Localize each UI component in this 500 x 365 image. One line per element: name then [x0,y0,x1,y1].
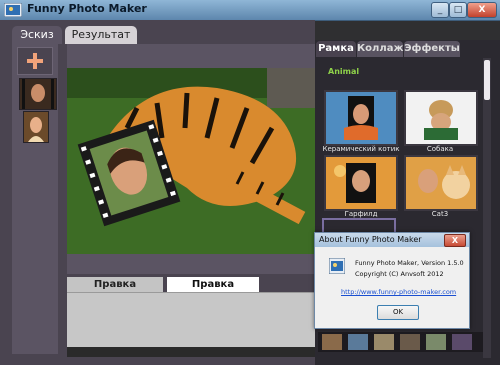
frame-label-2: Собака [426,145,454,153]
tab-frame[interactable]: Рамка [316,41,356,57]
frame-strip-thumbs [322,334,472,350]
thumbnail-image [24,112,48,142]
close-button[interactable]: X [467,2,497,18]
frame-thumbnail [406,157,476,209]
frame-thumbnail [326,157,396,209]
frame-label-3: Гарфилд [344,210,378,218]
photo-canvas[interactable] [67,68,315,254]
edit-panel [67,292,315,348]
thumbnail-1[interactable] [19,78,57,110]
thumbnail-2[interactable] [23,111,49,143]
tab-edit-original[interactable]: Правка оригинала [67,277,163,306]
tab-collage[interactable]: Коллаж [357,41,403,57]
ok-button[interactable]: OK [377,305,419,320]
add-photo-button[interactable] [17,47,53,75]
scrollbar-thumb[interactable] [484,60,490,100]
about-dialog: About Funny Photo Maker X Funny Photo Ma… [314,232,470,329]
tab-sketch[interactable]: Эскиз [12,26,62,44]
app-window: Funny Photo Maker _ □ X Эскиз Результат [0,0,500,365]
dialog-close-button[interactable]: X [444,234,466,247]
frame-label-1: Керамический котик [322,145,400,153]
frame-card-2[interactable] [404,90,478,146]
tab-edit-template[interactable]: Правка шаблона [167,277,259,306]
dialog-title: About Funny Photo Maker [319,235,422,244]
thumbnail-image [20,79,56,109]
frame-label-4: Cat3 [431,210,449,218]
title-bar: Funny Photo Maker _ □ X [0,0,500,21]
frame-card-1[interactable] [324,90,398,146]
tiger-photo [67,68,315,254]
bottom-strip [67,347,315,357]
section-title: Animal [328,67,360,76]
website-link[interactable]: http://www.funny-photo-maker.com [341,288,456,296]
tab-result[interactable]: Результат [65,26,137,44]
frames-scrollbar[interactable] [483,58,491,358]
frame-card-3[interactable] [324,155,398,211]
app-icon [329,258,345,274]
frame-thumbnail [326,92,396,144]
frame-card-4[interactable] [404,155,478,211]
window-title: Funny Photo Maker [27,2,147,15]
minimize-button[interactable]: _ [431,2,449,18]
copyright-text: Copyright (C) Anvsoft 2012 [355,270,444,278]
frame-strip [318,332,483,352]
canvas-top-strip [67,44,315,68]
app-icon [4,3,22,17]
tab-effects[interactable]: Эффекты [404,41,460,57]
version-text: Funny Photo Maker, Version 1.5.0 [355,259,464,267]
frame-thumbnail [406,92,476,144]
maximize-button[interactable]: □ [449,2,467,18]
